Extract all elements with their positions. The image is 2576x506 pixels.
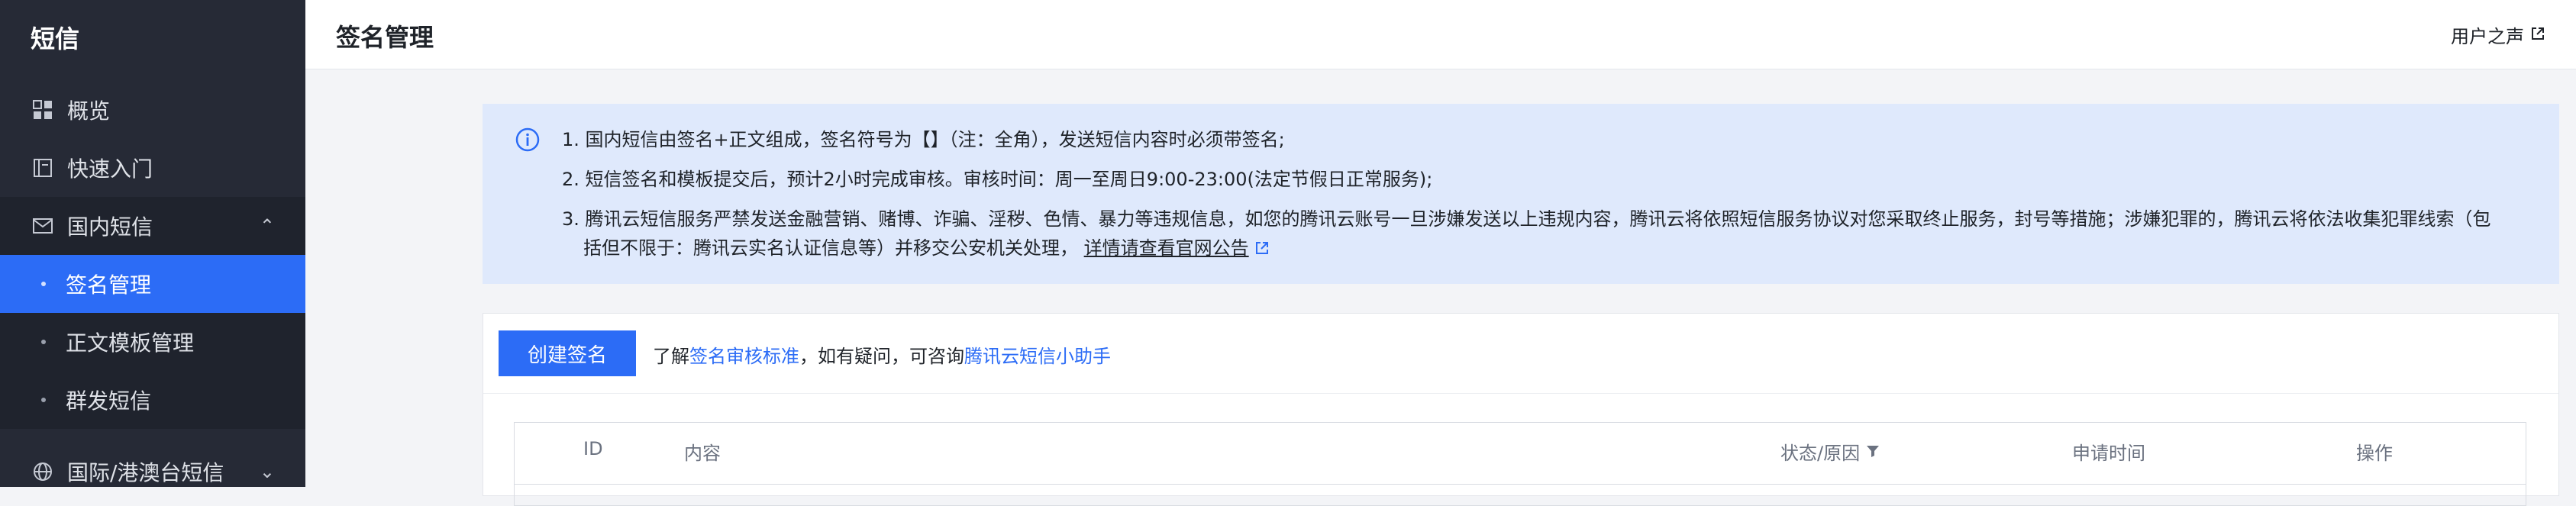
sidebar-item-signature-management[interactable]: 签名管理 xyxy=(0,255,305,313)
column-header-actions: 操作 xyxy=(2356,443,2393,464)
assistant-link[interactable]: 腾讯云短信小助手 xyxy=(964,346,1111,367)
column-header-status: 状态/原因 xyxy=(1780,438,1880,465)
column-header-id: ID xyxy=(583,438,603,459)
sidebar-item-overview[interactable]: 概览 xyxy=(0,81,305,139)
hint-prefix: 了解 xyxy=(653,346,689,367)
sidebar-group-domestic-sms[interactable]: 国内短信 ⌃ xyxy=(0,197,305,255)
notice-line-3: 3. 腾讯云短信服务严禁发送金融营销、赌博、诈骗、淫秽、色情、暴力等违规信息，如… xyxy=(562,208,2491,230)
notice-line-2: 2. 短信签名和模板提交后，预计2小时完成审核。审核时间：周一至周日9:00-2… xyxy=(562,169,1433,190)
review-standard-link[interactable]: 签名审核标准 xyxy=(689,346,799,367)
sidebar-group-international-sms[interactable]: 国际/港澳台短信 ⌄ xyxy=(0,443,305,501)
table-header-separator xyxy=(515,484,2526,485)
notice-line-1: 1. 国内短信由签名+正文组成，签名符号为【】（注：全角），发送短信内容时必须带… xyxy=(562,129,1285,150)
chevron-up-icon: ⌃ xyxy=(259,215,275,237)
sidebar-item-quickstart[interactable]: 快速入门 xyxy=(0,139,305,197)
feedback-label: 用户之声 xyxy=(2451,26,2524,47)
dashboard-grid-icon xyxy=(32,99,53,121)
sidebar-item-label: 正文模板管理 xyxy=(66,330,195,356)
sidebar-item-bulk-sms[interactable]: 群发短信 xyxy=(0,371,305,429)
column-header-content: 内容 xyxy=(684,443,721,464)
column-header-apply-time: 申请时间 xyxy=(2072,443,2145,464)
announcement-link[interactable]: 详情请查看官网公告 xyxy=(1084,237,1249,259)
hint-middle: ，如有疑问，可咨询 xyxy=(799,346,964,367)
sidebar-item-label: 群发短信 xyxy=(66,388,152,414)
page-header: 签名管理 用户之声 xyxy=(305,0,2576,69)
sidebar-item-label: 国内短信 xyxy=(67,214,153,240)
bullet-dot xyxy=(41,340,46,344)
chevron-down-icon: ⌄ xyxy=(259,461,275,482)
sidebar-item-label: 国际/港澳台短信 xyxy=(67,460,224,485)
page-title: 签名管理 xyxy=(336,23,434,52)
bullet-dot xyxy=(41,282,46,286)
create-signature-button[interactable]: 创建签名 xyxy=(499,330,636,376)
external-link-icon xyxy=(2530,24,2545,46)
review-hint: 了解签名审核标准，如有疑问，可咨询腾讯云短信小助手 xyxy=(653,341,1111,368)
sidebar-item-label: 概览 xyxy=(67,98,111,124)
info-notice: 1. 国内短信由签名+正文组成，签名符号为【】（注：全角），发送短信内容时必须带… xyxy=(483,104,2559,284)
column-header-status-label: 状态/原因 xyxy=(1780,443,1861,464)
product-title: 短信 xyxy=(31,24,80,53)
book-icon xyxy=(32,157,53,179)
sidebar-item-label: 签名管理 xyxy=(66,272,152,298)
mail-icon xyxy=(32,215,53,237)
signature-table: ID 内容 状态/原因 申请时间 操作 xyxy=(514,422,2526,506)
filter-icon[interactable] xyxy=(1866,441,1880,462)
sidebar: 短信 概览 快速入门 国内短信 ⌃ 签名管理 正文模板管理 群发短信 国际/港澳… xyxy=(0,0,305,487)
sidebar-item-label: 快速入门 xyxy=(67,156,153,182)
notice-line-3-cont-text: 括但不限于：腾讯云实名认证信息等）并移交公安机关处理， xyxy=(583,237,1078,259)
notice-line-3-cont: 括但不限于：腾讯云实名认证信息等）并移交公安机关处理， 详情请查看官网公告 xyxy=(583,234,1270,263)
sidebar-item-template-management[interactable]: 正文模板管理 xyxy=(0,313,305,371)
info-icon xyxy=(515,127,541,153)
globe-icon xyxy=(32,461,53,482)
external-link-icon xyxy=(1254,237,1270,259)
bullet-dot xyxy=(41,398,46,402)
user-feedback-link[interactable]: 用户之声 xyxy=(2451,21,2545,48)
divider xyxy=(483,393,2558,394)
signature-list-panel: 创建签名 了解签名审核标准，如有疑问，可咨询腾讯云短信小助手 ID 内容 状态/… xyxy=(483,313,2559,506)
